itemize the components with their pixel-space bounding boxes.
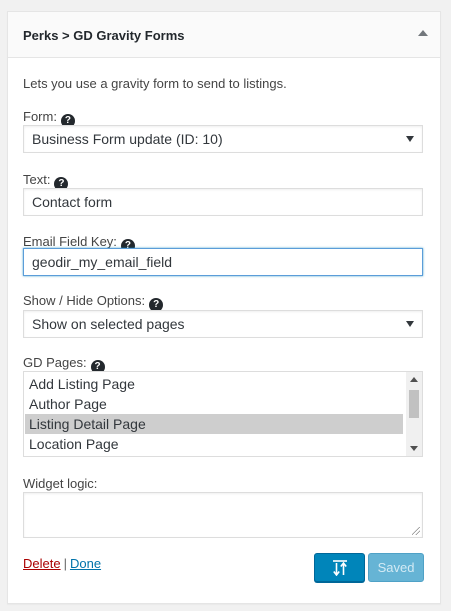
link-separator: | xyxy=(63,556,67,571)
gd-pages-label-text: GD Pages: xyxy=(23,355,87,370)
widget-panel: Perks > GD Gravity Forms Lets you use a … xyxy=(7,11,441,604)
email-field-key-value: geodir_my_email_field xyxy=(32,254,173,270)
widget-description: Lets you use a gravity form to send to l… xyxy=(23,76,287,91)
widget-header[interactable]: Perks > GD Gravity Forms xyxy=(8,12,440,58)
scroll-up-arrow-icon[interactable] xyxy=(410,377,418,382)
dropdown-arrow-icon xyxy=(406,136,414,142)
listbox-scrollbar[interactable] xyxy=(406,372,422,456)
show-hide-select-value: Show on selected pages xyxy=(32,316,185,332)
text-input-value: Contact form xyxy=(32,194,113,210)
scroll-down-arrow-icon[interactable] xyxy=(410,446,418,451)
widget-control-actions: Delete | Done xyxy=(23,556,101,571)
widget-logic-textarea[interactable] xyxy=(23,492,423,538)
delete-link[interactable]: Delete xyxy=(23,556,61,571)
show-hide-label-text: Show / Hide Options: xyxy=(23,293,146,308)
text-input[interactable]: Contact form xyxy=(23,188,423,216)
email-field-key-input[interactable]: geodir_my_email_field xyxy=(23,248,423,276)
list-item-selected[interactable]: Listing Detail Page xyxy=(25,414,403,434)
email-field-key-label-text: Email Field Key: xyxy=(23,234,117,249)
list-item[interactable]: Add Listing Page xyxy=(25,374,403,394)
sort-arrows-icon xyxy=(333,560,347,576)
saved-button[interactable]: Saved xyxy=(368,553,424,582)
dropdown-arrow-icon xyxy=(406,321,414,327)
widget-title: Perks > GD Gravity Forms xyxy=(23,28,185,43)
collapse-arrow-icon[interactable] xyxy=(418,30,428,36)
scrollbar-thumb[interactable] xyxy=(409,390,419,418)
form-select-value: Business Form update (ID: 10) xyxy=(32,131,223,147)
widget-logic-label: Widget logic: xyxy=(23,476,98,491)
text-label-text: Text: xyxy=(23,172,51,187)
sort-toggle-button[interactable] xyxy=(314,553,365,582)
resize-grip-icon[interactable] xyxy=(412,527,420,535)
list-item[interactable]: Author Page xyxy=(25,394,403,414)
done-link[interactable]: Done xyxy=(70,556,101,571)
list-item[interactable]: Location Page xyxy=(25,434,403,454)
form-label-text: Form: xyxy=(23,109,57,124)
gd-pages-listbox[interactable]: Add Listing Page Author Page Listing Det… xyxy=(23,371,423,457)
show-hide-select[interactable]: Show on selected pages xyxy=(23,310,423,338)
form-select[interactable]: Business Form update (ID: 10) xyxy=(23,125,423,153)
